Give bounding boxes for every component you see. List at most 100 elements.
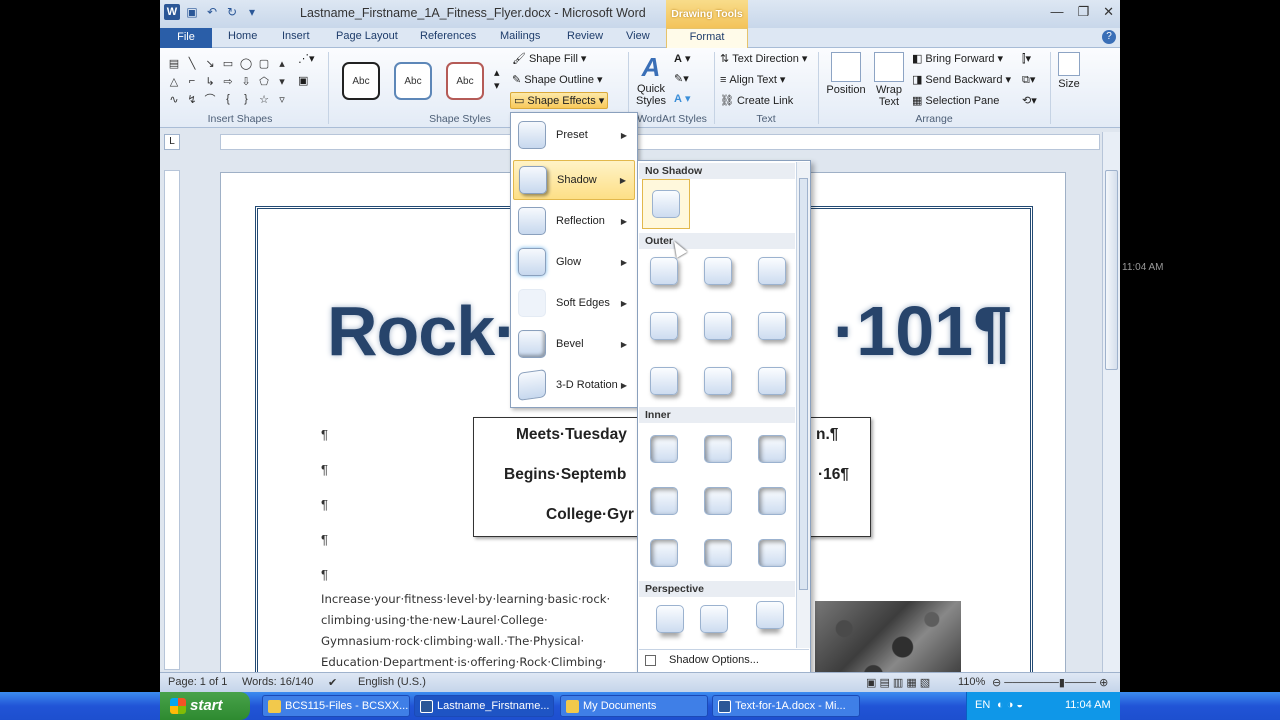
- oval-icon[interactable]: ◯: [238, 54, 254, 72]
- redo-icon[interactable]: ↻: [224, 4, 240, 20]
- shape-effects-button[interactable]: ▭ Shape Effects ▾: [510, 92, 609, 109]
- flyer-title-left[interactable]: Rock·: [327, 291, 517, 371]
- save-icon[interactable]: ▣: [184, 4, 200, 20]
- perspective-shadow-option[interactable]: [656, 605, 684, 633]
- menu-item-bevel[interactable]: Bevel ▶: [513, 324, 635, 364]
- tab-home[interactable]: Home: [228, 30, 257, 42]
- tab-references[interactable]: References: [420, 30, 476, 42]
- text-outline-icon[interactable]: ✎▾: [674, 72, 689, 85]
- outer-shadow-option[interactable]: [704, 257, 732, 285]
- outer-shadow-option[interactable]: [650, 367, 678, 395]
- text-effects-icon[interactable]: A ▾: [674, 92, 690, 106]
- language-bar[interactable]: EN: [975, 699, 990, 711]
- position-button[interactable]: Position: [824, 52, 868, 96]
- align-icon[interactable]: ⫿▾: [1022, 52, 1031, 66]
- proofing-icon[interactable]: ✔: [328, 676, 337, 689]
- inner-shadow-option[interactable]: [704, 435, 732, 463]
- menu-item-3d-rotation[interactable]: 3-D Rotation ▶: [513, 365, 635, 405]
- tab-review[interactable]: Review: [567, 30, 603, 42]
- text-fill-icon[interactable]: A ▾: [674, 52, 690, 66]
- draw-textbox-icon[interactable]: ▣: [298, 74, 308, 87]
- tray-icons[interactable]: ◐ ◑ ◒: [997, 699, 1023, 711]
- arc-icon[interactable]: ⌒: [202, 90, 218, 108]
- insert-shapes-gallery[interactable]: ▤ ╲ ↘ ▭ ◯ ▢ ▴ △ ⌐ ↳ ⇨ ⇩ ⬠ ▾ ∿ ↯ ⌒{} ☆ ▿: [166, 54, 290, 108]
- rectangle-icon[interactable]: ▭: [220, 54, 236, 72]
- undo-icon[interactable]: ↶: [204, 4, 220, 20]
- close-icon[interactable]: ✕: [1103, 4, 1114, 20]
- vertical-scrollbar[interactable]: [1102, 132, 1120, 672]
- freeform-icon[interactable]: ↯: [184, 90, 200, 108]
- selection-pane-button[interactable]: ▦ Selection Pane: [912, 94, 999, 108]
- start-button[interactable]: start: [160, 692, 250, 720]
- outer-shadow-option[interactable]: [650, 257, 678, 285]
- group-icon[interactable]: ⧉▾: [1022, 73, 1035, 87]
- outer-shadow-option[interactable]: [650, 312, 678, 340]
- inner-shadow-option[interactable]: [650, 435, 678, 463]
- menu-item-glow[interactable]: Glow ▶: [513, 242, 635, 282]
- shape-style-2[interactable]: Abc: [394, 62, 432, 100]
- arrow-line-icon[interactable]: ↘: [202, 54, 218, 72]
- body-paragraph[interactable]: Increase·your·fitness·level·by·learning·…: [321, 589, 631, 673]
- rotate-icon[interactable]: ⟲▾: [1022, 94, 1037, 107]
- shape-fill-button[interactable]: 🖌 Shape Fill ▾: [512, 52, 586, 66]
- gallery-scroll-thumb[interactable]: [799, 178, 808, 590]
- inner-shadow-option[interactable]: [758, 487, 786, 515]
- tab-format[interactable]: Format: [666, 28, 748, 48]
- elbow-arrow-icon[interactable]: ↳: [202, 72, 218, 90]
- curve-icon[interactable]: ∿: [166, 90, 182, 108]
- outer-shadow-option[interactable]: [704, 367, 732, 395]
- zoom-level[interactable]: 110%: [958, 676, 985, 688]
- perspective-shadow-option[interactable]: [700, 605, 728, 633]
- align-text-button[interactable]: ≡ Align Text ▾: [720, 73, 785, 87]
- shape-outline-button[interactable]: ✎ Shape Outline ▾: [512, 73, 602, 87]
- brace-icon[interactable]: {: [220, 90, 236, 108]
- inner-shadow-option[interactable]: [704, 539, 732, 567]
- pentagon-icon[interactable]: ⬠: [256, 72, 272, 90]
- inner-shadow-option[interactable]: [758, 435, 786, 463]
- shapes-expand-icon[interactable]: ▿: [274, 90, 290, 108]
- restore-icon[interactable]: ❐: [1077, 4, 1089, 20]
- no-shadow-option[interactable]: [642, 179, 690, 229]
- size-button[interactable]: Size: [1056, 52, 1082, 90]
- inner-shadow-option[interactable]: [704, 487, 732, 515]
- triangle-icon[interactable]: △: [166, 72, 182, 90]
- taskbar-item-explorer[interactable]: BCS115-Files - BCSXX...: [262, 695, 410, 717]
- tab-file[interactable]: File: [160, 28, 212, 48]
- page-count[interactable]: Page: 1 of 1: [168, 676, 227, 688]
- wrap-text-button[interactable]: Wrap Text: [872, 52, 906, 108]
- quick-styles-button[interactable]: A Quick Styles: [632, 52, 670, 107]
- horizontal-ruler[interactable]: [220, 134, 1100, 150]
- textbox-icon[interactable]: ▤: [166, 54, 182, 72]
- clock[interactable]: 11:04 AM: [1065, 699, 1111, 711]
- tab-mailings[interactable]: Mailings: [500, 30, 540, 42]
- brace-right-icon[interactable]: }: [238, 90, 254, 108]
- menu-item-soft-edges[interactable]: Soft Edges ▶: [513, 283, 635, 323]
- edit-shape-icon[interactable]: ⋰▾: [298, 52, 315, 65]
- customize-qat-icon[interactable]: ▾: [244, 4, 260, 20]
- language-indicator[interactable]: English (U.S.): [358, 676, 426, 688]
- shape-style-1[interactable]: Abc: [342, 62, 380, 100]
- outer-shadow-option[interactable]: [758, 312, 786, 340]
- outer-shadow-option[interactable]: [704, 312, 732, 340]
- tab-page-layout[interactable]: Page Layout: [336, 30, 398, 42]
- down-arrow-shape-icon[interactable]: ⇩: [238, 72, 254, 90]
- tab-insert[interactable]: Insert: [282, 30, 310, 42]
- menu-item-shadow[interactable]: Shadow ▶: [513, 160, 635, 200]
- more-shapes-icon[interactable]: ▴: [274, 54, 290, 72]
- flyer-title-right[interactable]: ·101¶: [833, 291, 1012, 371]
- outer-shadow-option[interactable]: [758, 367, 786, 395]
- word-count[interactable]: Words: 16/140: [242, 676, 313, 688]
- tab-selector[interactable]: L: [164, 134, 180, 150]
- inner-shadow-option[interactable]: [650, 539, 678, 567]
- text-direction-button[interactable]: ⇅ Text Direction ▾: [720, 52, 807, 66]
- inner-shadow-option[interactable]: [758, 539, 786, 567]
- inner-shadow-option[interactable]: [650, 487, 678, 515]
- taskbar-item-word-active[interactable]: Lastname_Firstname...: [414, 695, 554, 717]
- gallery-scrollbar[interactable]: [796, 162, 810, 648]
- bring-forward-button[interactable]: ◧ Bring Forward ▾: [912, 52, 1003, 66]
- shape-style-3[interactable]: Abc: [446, 62, 484, 100]
- send-backward-button[interactable]: ◨ Send Backward ▾: [912, 73, 1011, 87]
- vertical-ruler[interactable]: [164, 170, 180, 670]
- create-link-button[interactable]: ⛓ Create Link: [720, 94, 793, 108]
- elbow-connector-icon[interactable]: ⌐: [184, 72, 200, 90]
